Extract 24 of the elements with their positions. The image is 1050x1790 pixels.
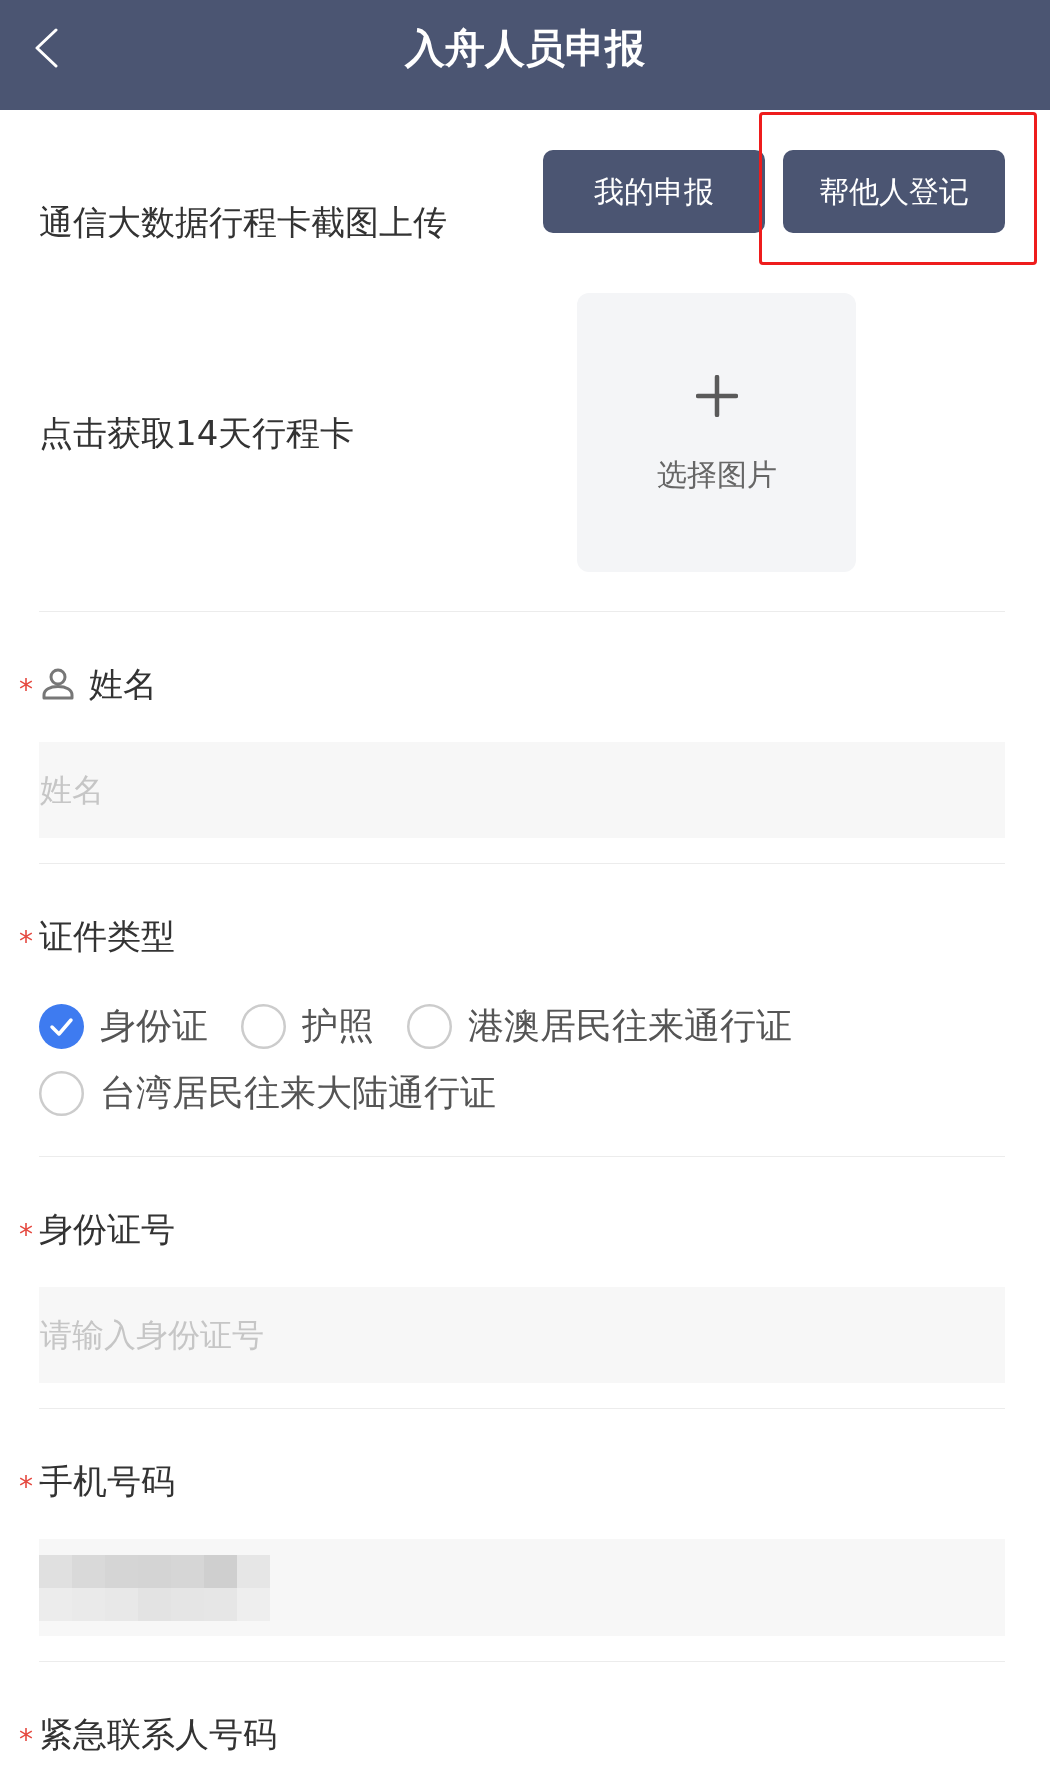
back-button[interactable] [33,28,59,68]
required-mark: * [18,1469,34,1501]
field-label: 手机号码 [39,1461,175,1501]
plus-icon [695,374,738,417]
field-label: 身份证号 [39,1209,175,1249]
action-button[interactable]: 帮他人登记 [783,150,1005,233]
required-mark: * [18,672,34,704]
required-mark: * [18,1722,34,1754]
field-label: 姓名 [89,664,157,704]
radio-option[interactable]: 护照 [241,1003,374,1049]
action-button[interactable]: 我的申报 [543,150,765,233]
radio-option[interactable]: 港澳居民往来通行证 [407,1003,792,1049]
upload-label: 通信大数据行程卡截图上传 [39,202,447,242]
required-mark: * [18,1217,34,1249]
chevron-left-icon [33,28,59,68]
required-mark: * [18,924,34,956]
radio-option[interactable]: 身份证 [39,1003,208,1049]
instruction-text: 点击获取14天行程卡 [39,412,355,453]
radio-option[interactable]: 台湾居民往来大陆通行证 [39,1070,496,1116]
field-label: 证件类型 [39,916,175,956]
image-upload-tile[interactable]: 选择图片 [577,293,856,572]
field-label: 紧急联系人号码 [39,1714,277,1754]
text-input[interactable] [39,1539,1005,1636]
page-title: 入舟人员申报 [405,24,645,72]
